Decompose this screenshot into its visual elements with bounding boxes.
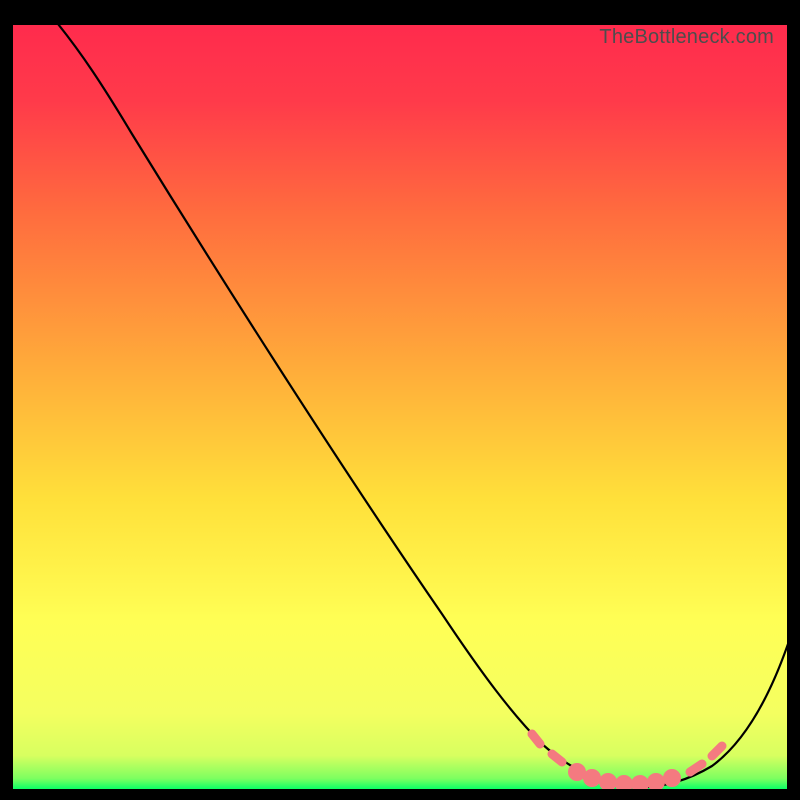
chart-frame: TheBottleneck.com bbox=[12, 24, 788, 790]
bottleneck-chart bbox=[12, 24, 788, 790]
gradient-background bbox=[12, 24, 788, 790]
attribution-text: TheBottleneck.com bbox=[599, 26, 774, 49]
